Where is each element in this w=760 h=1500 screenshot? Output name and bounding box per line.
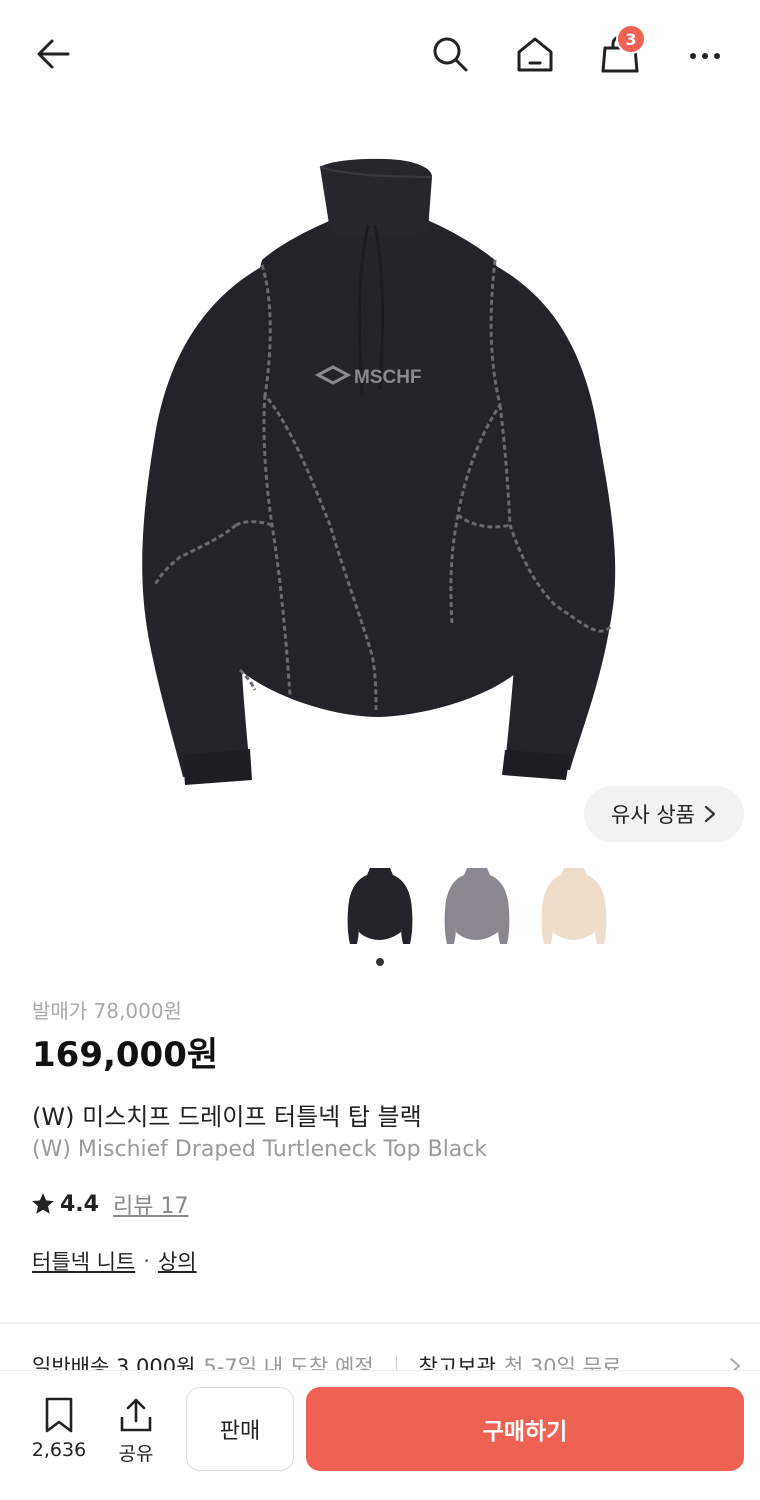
selected-indicator-dot [376,958,384,966]
color-thumbnail-black[interactable] [335,860,425,955]
share-button[interactable]: 공유 [110,1395,162,1467]
bookmark-button[interactable]: 2,636 [26,1395,92,1467]
rating-row: 4.4 리뷰 17 [30,1188,188,1220]
top-navigation: 3 [0,0,760,105]
category-separator: · [143,1249,150,1273]
share-icon [120,1398,152,1432]
section-divider [0,1322,760,1324]
bottom-action-bar: 2,636 공유 판매 구매하기 [0,1370,760,1500]
svg-text:MSCHF: MSCHF [354,367,422,388]
release-price: 발매가 78,000원 [32,999,182,1023]
color-thumbnail-beige[interactable] [529,860,619,955]
category-link-turtleneck[interactable]: 터틀넥 니트 [32,1246,135,1276]
sell-button[interactable]: 판매 [186,1387,294,1471]
similar-products-button[interactable]: 유사 상품 [584,786,744,842]
chevron-right-icon [704,805,716,823]
back-button[interactable] [30,30,78,78]
share-label: 공유 [118,1443,154,1465]
color-options [330,860,630,955]
cart-button[interactable]: 3 [596,24,646,78]
cart-count-badge: 3 [616,24,646,54]
search-button[interactable] [426,30,474,78]
current-price: 169,000원 [32,1035,219,1075]
turtleneck-illustration: MSCHF [142,158,616,785]
star-icon [32,1193,54,1214]
category-link-tops[interactable]: 상의 [158,1246,197,1276]
product-title-korean: (W) 미스치프 드레이프 터틀넥 탑 블랙 [32,1103,422,1131]
category-breadcrumb: 터틀넥 니트 · 상의 [32,1246,197,1276]
rating-value: 4.4 [60,1191,99,1217]
home-button[interactable] [511,30,559,78]
buy-button[interactable]: 구매하기 [306,1387,744,1471]
search-icon [433,37,468,72]
home-icon [517,37,553,72]
similar-products-label: 유사 상품 [611,803,695,827]
bookmark-count: 2,636 [31,1439,87,1461]
more-dots-icon [690,53,720,59]
arrow-left-icon [37,39,70,69]
product-title-english: (W) Mischief Draped Turtleneck Top Black [32,1137,488,1162]
color-thumbnail-grey[interactable] [432,860,522,955]
product-image[interactable]: MSCHF [0,105,760,850]
review-count-link[interactable]: 리뷰 17 [113,1188,188,1220]
more-button[interactable] [681,30,729,78]
bookmark-icon [45,1397,73,1433]
